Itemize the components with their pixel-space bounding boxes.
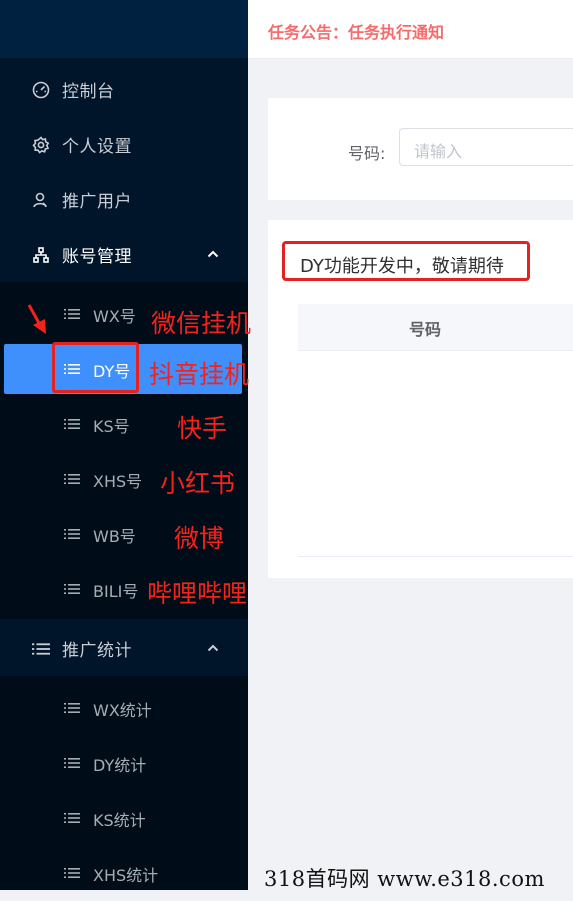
sidebar-item-label: 账号管理 xyxy=(62,247,132,267)
sidebar-item-settings[interactable]: 个人设置 xyxy=(0,117,248,172)
red-arrow-icon xyxy=(27,304,46,334)
sidebar-item-label: 推广用户 xyxy=(62,192,132,212)
annotation-wechat: 微信挂机 xyxy=(151,309,252,338)
watermark: 318首码网 www.e318.com xyxy=(264,867,545,891)
chevron-up-icon xyxy=(207,250,219,258)
list-icon xyxy=(64,703,80,713)
sidebar-item-label: WB号 xyxy=(93,527,136,546)
sidebar-item-dy-stats[interactable]: DY统计 xyxy=(0,736,248,791)
sidebar-item-label: WX统计 xyxy=(93,701,152,720)
number-field-label: 号码: xyxy=(348,144,386,163)
chevron-up-icon xyxy=(207,644,219,652)
sidebar-item-label: 个人设置 xyxy=(62,137,132,157)
sidebar-item-promote-users[interactable]: 推广用户 xyxy=(0,172,248,227)
number-input-placeholder: 请输入 xyxy=(414,142,463,161)
list-icon xyxy=(64,758,80,768)
sidebar-item-label: 推广统计 xyxy=(62,641,132,661)
annotation-douyin: 抖音挂机 xyxy=(149,360,250,389)
sidebar-item-label: XHS号 xyxy=(93,472,143,491)
highlight-box xyxy=(52,342,139,393)
user-icon xyxy=(33,192,47,208)
list-icon xyxy=(64,584,80,594)
list-icon xyxy=(64,813,80,823)
annotation-weibo: 微博 xyxy=(174,524,225,553)
stats-submenu: WX统计 DY统计 KS统计 XHS统计 xyxy=(0,676,248,890)
sidebar-item-label: WX号 xyxy=(93,307,136,326)
dev-notice-box: DY功能开发中，敬请期待 xyxy=(282,241,530,281)
dashboard-icon xyxy=(32,81,50,99)
annotation-bilibili: 哔哩哔哩 xyxy=(147,579,248,608)
table-bottom-border xyxy=(298,556,573,557)
sidebar-item-xhs-stats[interactable]: XHS统计 xyxy=(0,846,248,901)
column-header-number: 号码 xyxy=(409,320,442,339)
sidebar-item-label: DY统计 xyxy=(93,756,147,775)
table-header: 号码 xyxy=(298,304,573,351)
search-card: 号码: 请输入 xyxy=(268,98,573,200)
sidebar-item-label: KS统计 xyxy=(93,811,146,830)
sidebar-item-promo-stats[interactable]: 推广统计 xyxy=(0,621,248,676)
sidebar-item-wx-stats[interactable]: WX统计 xyxy=(0,681,248,736)
annotation-xiaohongshu: 小红书 xyxy=(160,469,236,498)
sidebar-item-label: XHS统计 xyxy=(93,866,159,885)
logo-area xyxy=(0,0,248,58)
list-icon xyxy=(64,529,80,539)
network-icon xyxy=(33,247,49,263)
annotation-kuaishou: 快手 xyxy=(177,414,228,443)
table-card: DY功能开发中，敬请期待 号码 xyxy=(268,220,573,578)
sidebar-item-label: 控制台 xyxy=(62,82,115,102)
list-icon xyxy=(32,643,50,655)
dev-notice-text: DY功能开发中，敬请期待 xyxy=(300,256,504,277)
sidebar: 控制台 个人设置 推广用户 账号管理 WX号 KS号 XHS号 WB号 BILI… xyxy=(0,0,248,890)
list-icon xyxy=(64,419,80,429)
list-icon xyxy=(64,474,80,484)
list-icon xyxy=(64,868,80,878)
sidebar-item-label: BILI号 xyxy=(93,582,139,601)
sidebar-item-account-management[interactable]: 账号管理 xyxy=(0,227,248,282)
number-input[interactable]: 请输入 xyxy=(399,128,573,166)
sidebar-item-label: KS号 xyxy=(93,417,130,436)
sidebar-item-ks-stats[interactable]: KS统计 xyxy=(0,791,248,846)
sidebar-item-dashboard[interactable]: 控制台 xyxy=(0,62,248,117)
task-notice[interactable]: 任务公告：任务执行通知 xyxy=(268,19,444,43)
top-header: 任务公告：任务执行通知 xyxy=(248,0,573,59)
gear-icon xyxy=(32,136,50,154)
list-icon xyxy=(64,309,80,319)
